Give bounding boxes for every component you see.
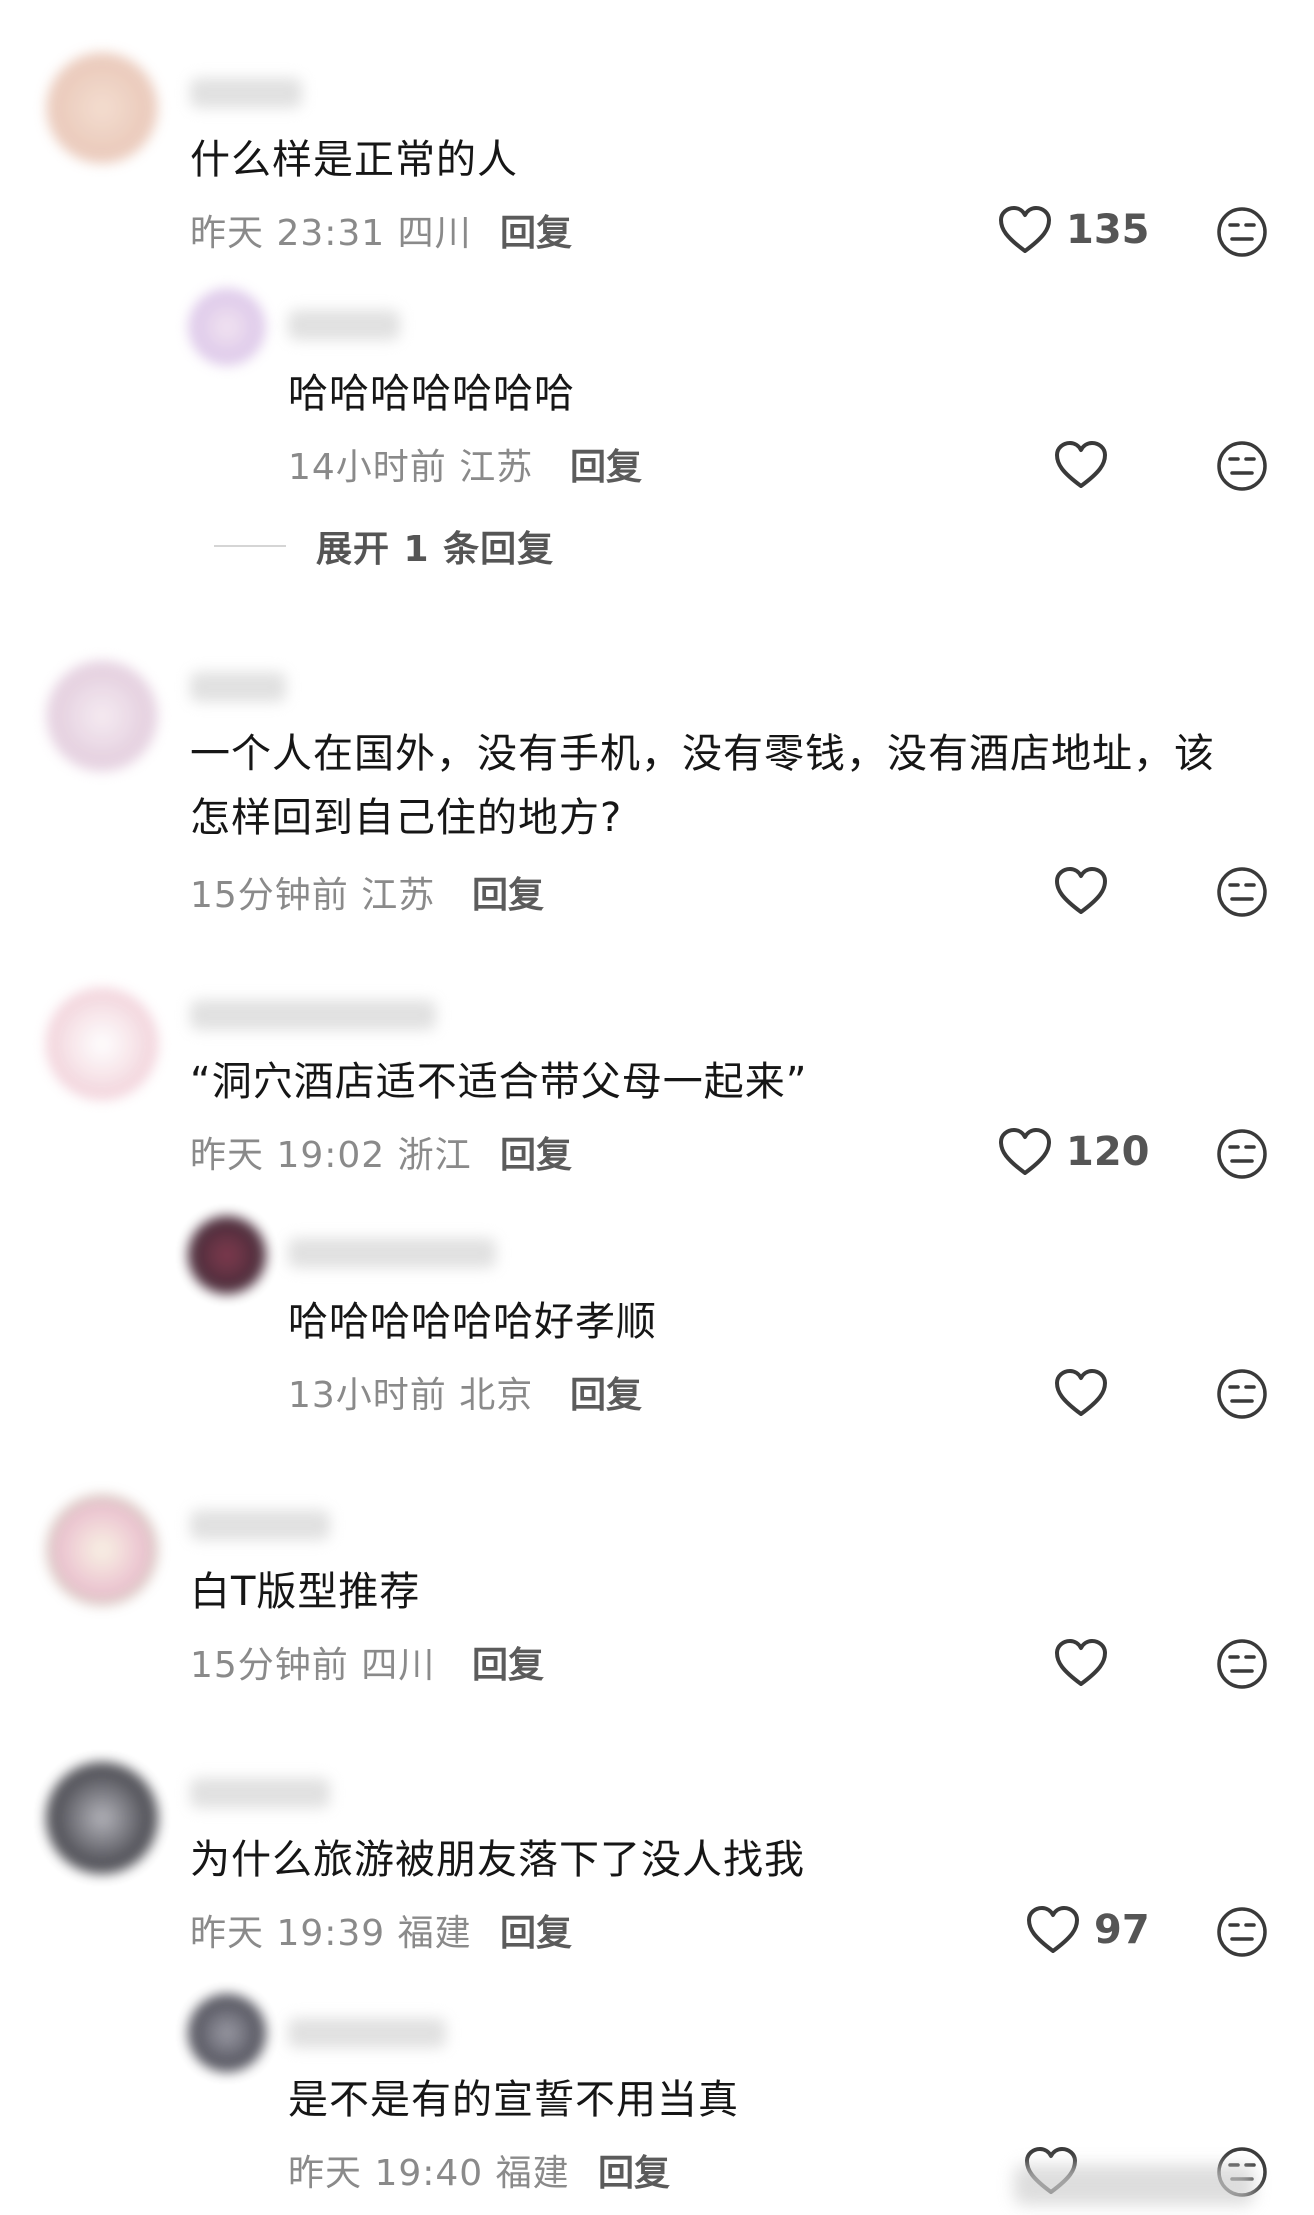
reply-text: 是不是有的宣誓不用当真 [288,2077,739,2123]
like-count: 120 [1066,1129,1150,1175]
comment-meta: 昨天 19:39 福建 [190,1913,472,1954]
unhappy-face-icon[interactable] [1216,1368,1268,1420]
username[interactable] [288,1238,496,1268]
heart-outline-icon [999,1128,1051,1175]
avatar[interactable] [188,1216,266,1294]
comment-meta: 15分钟前 四川 [190,1645,436,1686]
unhappy-face-icon[interactable] [1216,206,1268,258]
reply-meta: 13小时前 北京 [288,1375,534,1416]
reply-text: 哈哈哈哈哈哈哈 [288,371,575,417]
username[interactable] [190,672,286,702]
heart-outline-icon[interactable] [1054,866,1108,916]
reply-meta: 昨天 19:40 福建 [288,2153,570,2194]
expand-label: 展开 1 条回复 [316,529,555,570]
reply-button[interactable]: 回复 [500,1126,572,1178]
username[interactable] [190,1000,436,1030]
username[interactable] [190,78,302,108]
comment-text: 什么样是正常的人 [190,137,518,183]
unhappy-face-icon[interactable] [1216,1128,1268,1180]
divider-line [214,545,286,547]
unhappy-face-icon[interactable] [1216,1638,1268,1690]
username[interactable] [288,310,400,340]
avatar[interactable] [46,1762,158,1874]
comment-meta: 昨天 19:02 浙江 [190,1135,472,1176]
reply-button[interactable]: 回复 [570,1366,642,1418]
like-count: 135 [1066,207,1150,253]
reply-button[interactable]: 回复 [598,2144,670,2196]
avatar[interactable] [188,1994,266,2072]
like-count: 97 [1094,1907,1150,1953]
comment-meta: 15分钟前 江苏 [190,875,436,916]
reply-meta: 14小时前 江苏 [288,447,534,488]
comment-meta: 昨天 23:31 四川 [190,213,472,254]
avatar[interactable] [46,988,158,1100]
username[interactable] [190,1778,330,1808]
comment-text: 一个人在国外，没有手机，没有零钱，没有酒店地址，该 怎样回到自己住的地方? [190,731,1215,841]
avatar[interactable] [188,288,266,366]
reply-button[interactable]: 回复 [500,1904,572,1956]
like-button[interactable]: 120 [998,1127,1150,1177]
like-button[interactable]: 97 [1026,1905,1150,1955]
unhappy-face-icon[interactable] [1216,866,1268,918]
heart-outline-icon [999,206,1051,253]
comment-text: 白T版型推荐 [190,1569,421,1615]
comment-text: 为什么旅游被朋友落下了没人找我 [190,1837,805,1883]
heart-outline-icon[interactable] [1054,1638,1108,1688]
reply-button[interactable]: 回复 [500,204,572,256]
heart-outline-icon[interactable] [1054,440,1108,490]
like-button[interactable]: 135 [998,205,1150,255]
heart-outline-icon[interactable] [1054,1368,1108,1418]
reply-button[interactable]: 回复 [570,438,642,490]
avatar[interactable] [46,660,158,772]
reply-text: 哈哈哈哈哈哈好孝顺 [288,1299,657,1345]
expand-replies-button[interactable]: 展开 1 条回复 [214,520,554,572]
unhappy-face-icon[interactable] [1216,1906,1268,1958]
avatar[interactable] [46,52,158,164]
reply-button[interactable]: 回复 [472,866,544,918]
heart-outline-icon [1027,1906,1079,1953]
unhappy-face-icon[interactable] [1216,440,1268,492]
comment-text: “洞穴酒店适不适合带父母一起来” [190,1059,808,1105]
watermark [1014,2165,1254,2205]
avatar[interactable] [46,1494,158,1606]
username[interactable] [288,2018,446,2048]
username[interactable] [190,1510,330,1540]
reply-button[interactable]: 回复 [472,1636,544,1688]
